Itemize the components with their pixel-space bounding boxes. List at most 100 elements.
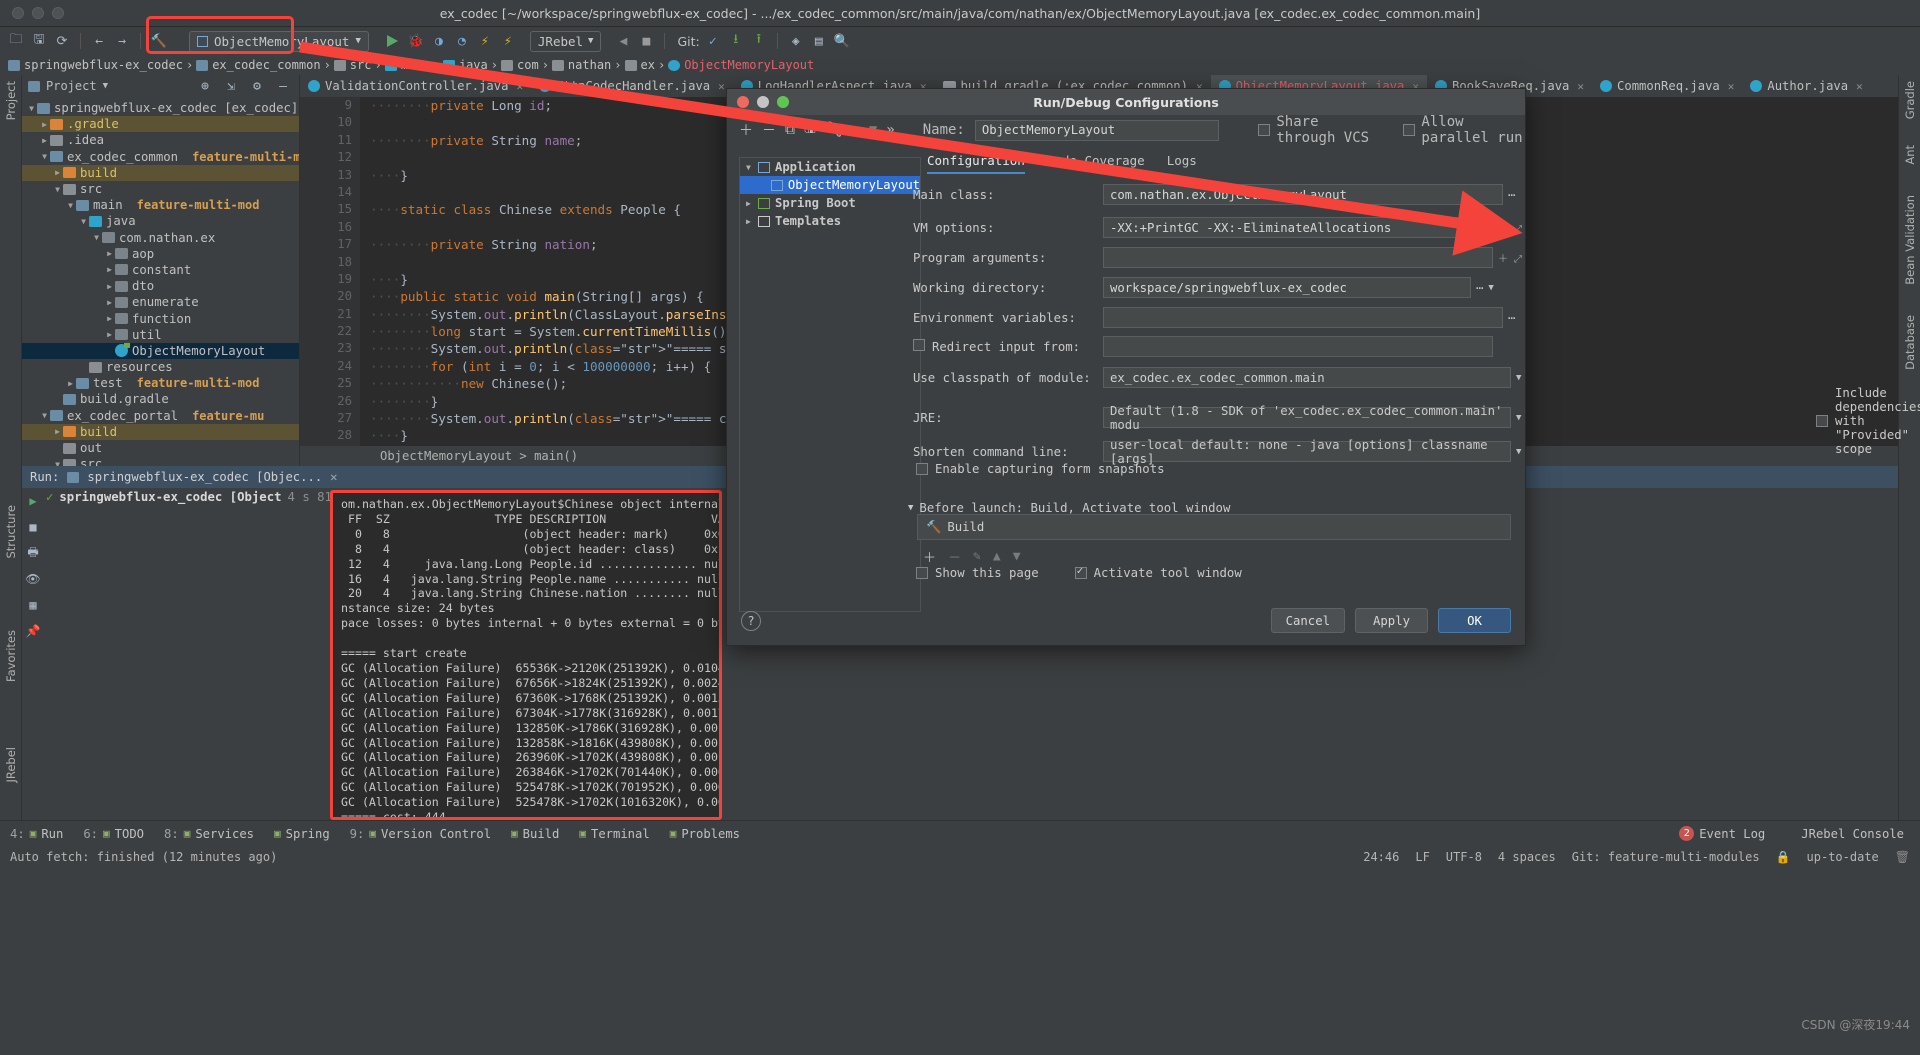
bottom-tab-version-control[interactable]: 9: ▣ Version Control (350, 827, 491, 841)
sidebar-item-database[interactable]: Database (1903, 315, 1917, 370)
edit-icon[interactable]: ✎ (973, 549, 981, 564)
sidebar-item-project[interactable]: Project (4, 81, 18, 120)
more-icon[interactable]: » (886, 122, 894, 138)
commit-icon[interactable]: ✓ (703, 31, 723, 51)
dialog-tab-code-coverage[interactable]: Code Coverage (1047, 153, 1145, 174)
chevron-right-icon[interactable]: ▶ (52, 168, 63, 177)
save-icon[interactable]: 🖫 (29, 31, 49, 51)
tree-item[interactable]: ObjectMemoryLayout (22, 342, 299, 359)
redirect-input-checkbox[interactable] (913, 339, 925, 351)
chevron-down-icon[interactable]: ▼ (65, 201, 76, 210)
include-dependencies-row[interactable]: Include dependencies with "Provided" sco… (1816, 386, 1920, 456)
bottom-right-jrebel-console[interactable]: JRebel Console (1801, 827, 1904, 841)
tree-item[interactable]: ▶ .idea (22, 132, 299, 148)
chevron-down-icon[interactable]: ▼ (1488, 283, 1493, 293)
rollback-icon[interactable]: ◀ (613, 31, 633, 51)
tree-item[interactable]: ▶ function (22, 310, 299, 326)
breadcrumb-item-nathan[interactable]: nathan (551, 58, 611, 72)
chevron-right-icon[interactable]: ▶ (39, 136, 50, 145)
chevron-right-icon[interactable]: ▶ (104, 314, 115, 323)
config-tree-item[interactable]: ▶ Templates (740, 212, 920, 230)
breadcrumb-item-springwebflux-ex-codec[interactable]: springwebflux-ex_codec (8, 58, 183, 72)
field-input-use-classpath-of-module[interactable]: ex_codec.ex_codec_common.main (1103, 367, 1511, 388)
print-icon[interactable]: 🖶 (22, 540, 44, 566)
add-icon[interactable]: ＋ (923, 547, 936, 566)
bottom-tab-terminal[interactable]: ▣ Terminal (579, 827, 649, 841)
line-separator[interactable]: LF (1415, 850, 1429, 864)
tree-item[interactable]: ▼ com.nathan.ex (22, 230, 299, 246)
sidebar-item-gradle[interactable]: Gradle (1903, 81, 1917, 119)
field-input-vm-options[interactable]: -XX:+PrintGC -XX:-EliminateAllocations (1103, 217, 1493, 238)
bottom-right-event-log[interactable]: 2 Event Log (1679, 826, 1765, 841)
field-input-environment-variables[interactable] (1103, 307, 1503, 328)
chevron-right-icon[interactable]: ▶ (746, 217, 758, 226)
show-page-row[interactable]: Show this page Activate tool window (916, 564, 1242, 580)
tree-item[interactable]: ▶ dto (22, 278, 299, 294)
remove-icon[interactable]: － (948, 547, 961, 566)
sync-icon[interactable]: ⟳ (52, 31, 72, 51)
run-config-tab[interactable]: springwebflux-ex_codec [Objec... (87, 470, 322, 484)
breadcrumb-item-ex[interactable]: ex (624, 58, 655, 72)
tree-item[interactable]: ▶ util (22, 327, 299, 343)
editor-gutter[interactable]: 9101112131415161718192021222324252627282… (300, 97, 360, 446)
move-up-icon[interactable]: ▲ (993, 549, 1001, 564)
caret-position[interactable]: 24:46 (1363, 850, 1399, 864)
close-icon[interactable]: ✕ (718, 80, 725, 93)
browse-icon[interactable]: ⋯ (1508, 188, 1515, 202)
run-coverage-icon[interactable]: ◑ (429, 31, 449, 51)
browse-icon[interactable]: ⋯ (1508, 311, 1515, 325)
form-snapshots-row[interactable]: Enable capturing form snapshots (916, 462, 1165, 476)
chevron-right-icon[interactable]: ▶ (39, 120, 50, 129)
close-icon[interactable]: ✕ (1728, 80, 1735, 93)
trash-icon[interactable]: 🗑 (1895, 850, 1910, 864)
name-input[interactable]: ObjectMemoryLayout (974, 119, 1219, 141)
jrebel-run-icon[interactable]: ⚡ (475, 31, 495, 51)
chevron-right-icon[interactable]: ▶ (52, 427, 63, 436)
chevron-down-icon[interactable]: ▼ (103, 81, 108, 91)
bottom-tab-services[interactable]: 8: ▣ Services (164, 827, 254, 841)
sidebar-item-bean-validation[interactable]: Bean Validation (1903, 195, 1917, 285)
run-configuration-selector[interactable]: ObjectMemoryLayout ▼ (189, 30, 369, 52)
forward-arrow-icon[interactable]: → (112, 31, 132, 51)
form-snapshots-checkbox[interactable] (916, 463, 928, 475)
breadcrumb-item-src[interactable]: src (333, 58, 371, 72)
build-hammer-icon[interactable]: 🔨 (149, 31, 169, 51)
expand-icon[interactable]: ＋ ⤢ (1498, 250, 1522, 265)
chevron-down-icon[interactable]: ▼ (39, 411, 50, 420)
run-icon[interactable] (383, 31, 403, 51)
remove-icon[interactable]: － (762, 120, 776, 140)
jrebel-debug-icon[interactable]: ⚡ (498, 31, 518, 51)
editor-tab[interactable]: HttpCodecHandler.java ✕ (531, 75, 733, 97)
tree-item[interactable]: ▶ build (22, 164, 299, 181)
breadcrumb-item-objectmemorylayout[interactable]: ObjectMemoryLayout (668, 58, 814, 72)
chevron-down-icon[interactable]: ▼ (39, 152, 50, 161)
field-input-jre[interactable]: Default (1.8 - SDK of 'ex_codec.ex_codec… (1103, 404, 1511, 432)
breadcrumb-item-main[interactable]: main (384, 58, 430, 72)
config-tree-item[interactable]: ▼ Application (740, 158, 920, 176)
close-icon[interactable]: ✕ (330, 470, 337, 484)
bottom-tab-problems[interactable]: ▣ Problems (670, 827, 740, 841)
move-down-icon[interactable]: ▼ (1013, 549, 1021, 564)
field-input-main-class[interactable]: com.nathan.ex.ObjectMemoryLayout (1103, 184, 1503, 205)
breadcrumb-item-java[interactable]: java (442, 58, 488, 72)
close-icon[interactable]: ✕ (1856, 80, 1863, 93)
jrebel-selector[interactable]: JRebel ▼ (529, 30, 602, 52)
project-tree[interactable]: ▼ springwebflux-ex_codec [ex_codec] ▶ .grad… (22, 97, 299, 489)
edit-templates-icon[interactable]: 🔧 (825, 122, 842, 138)
tree-item[interactable]: ▶ test feature-multi-mod (22, 375, 299, 391)
console-output[interactable]: om.nathan.ex.ObjectMemoryLayout$Chinese … (330, 490, 722, 820)
chevron-right-icon[interactable]: ▶ (746, 199, 758, 208)
chevron-down-icon[interactable]: ▼ (1516, 447, 1521, 457)
tree-item[interactable]: ▶ aop (22, 246, 299, 262)
share-vcs-checkbox-row[interactable]: Share through VCS (1258, 114, 1374, 146)
field-input-shorten-command-line[interactable]: user-local default: none - java [options… (1103, 438, 1511, 466)
sidebar-item-ant[interactable]: Ant (1903, 145, 1917, 165)
dialog-tab-configuration[interactable]: Configuration (927, 153, 1025, 174)
tree-item[interactable]: ▶ .gradle (22, 116, 299, 133)
dialog-tab-bar[interactable]: Configuration Code Coverage Logs (927, 153, 1197, 174)
update-icon[interactable]: ⭳ (726, 31, 746, 51)
close-icon[interactable]: ✕ (1577, 80, 1584, 93)
add-icon[interactable]: ＋ (739, 120, 753, 140)
chevron-down-icon[interactable]: ▼ (52, 185, 63, 194)
open-folder-icon[interactable]: 🗀 (6, 31, 26, 51)
